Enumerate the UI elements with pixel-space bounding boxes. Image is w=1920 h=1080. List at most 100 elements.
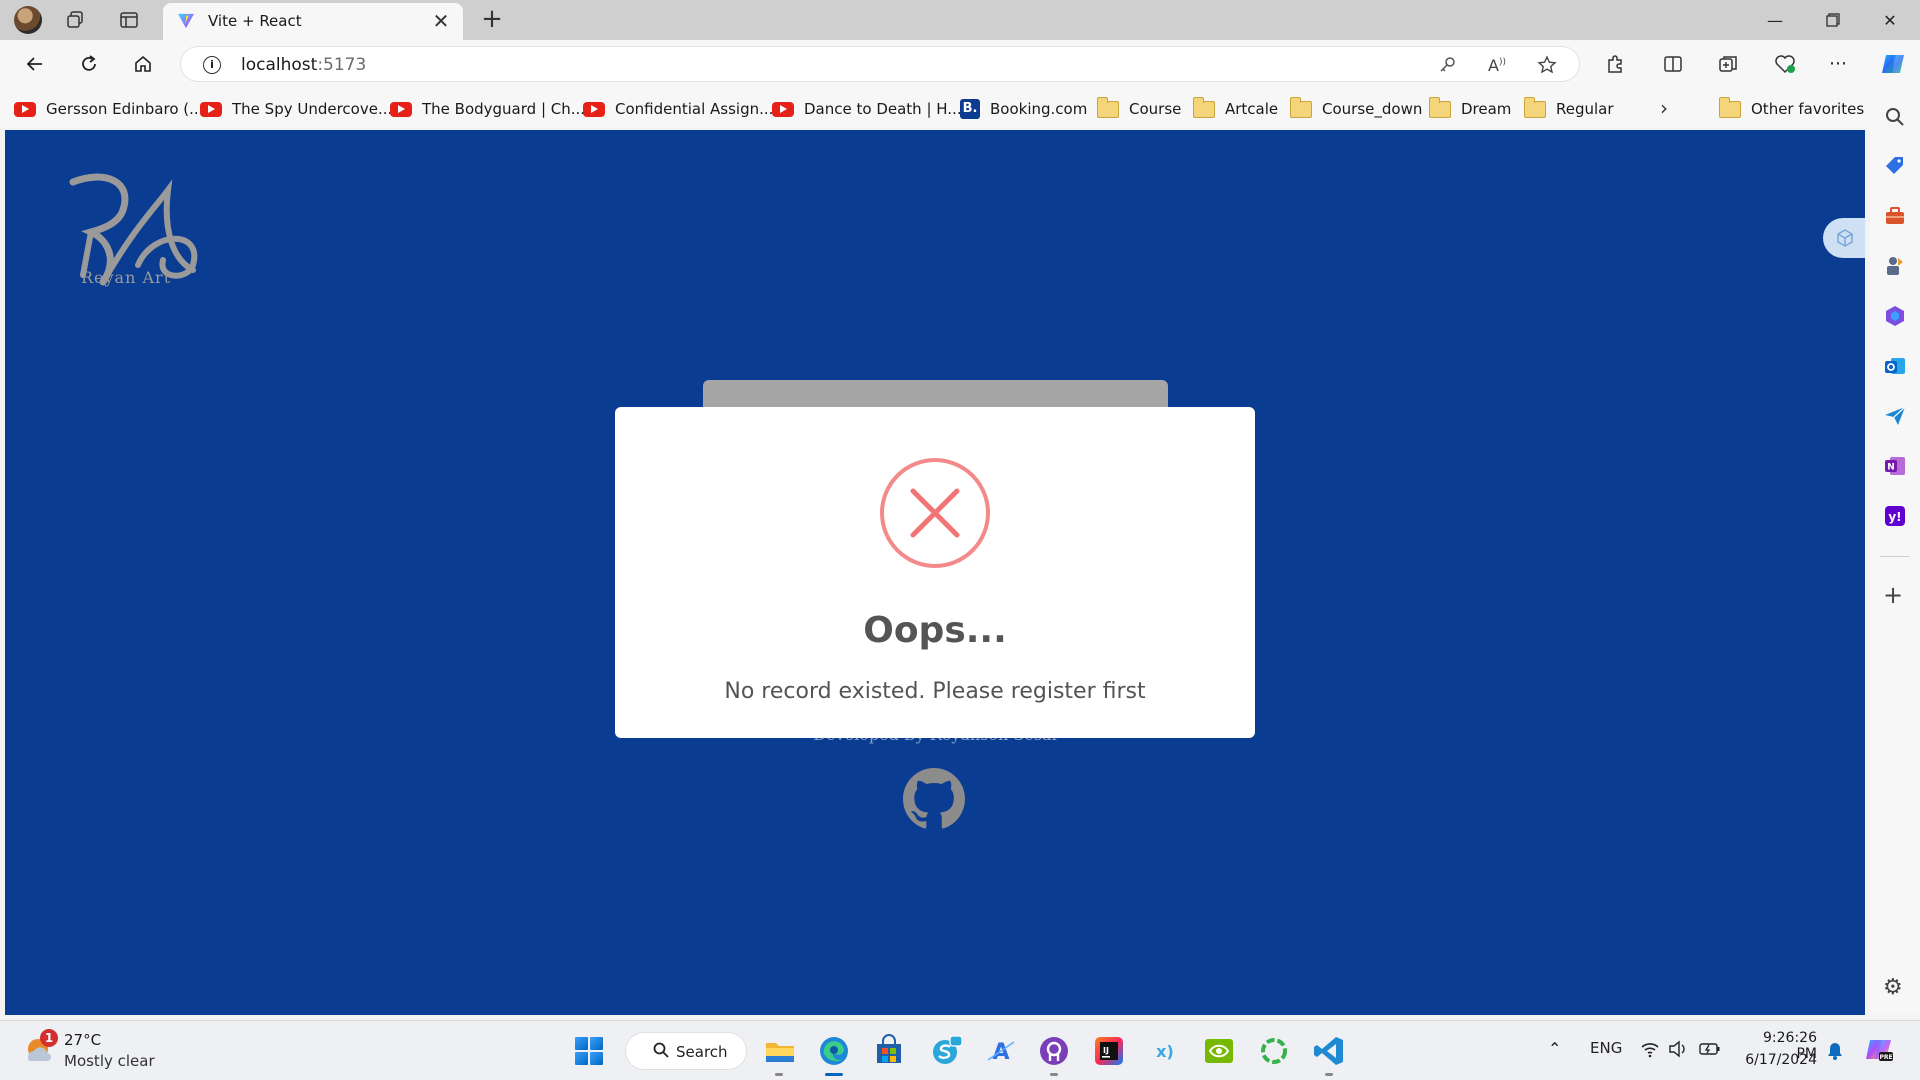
site-info-icon[interactable]: i: [203, 56, 221, 74]
favorite-folder[interactable]: Artcale: [1192, 96, 1278, 120]
favorite-item[interactable]: Gersson Edinbaro (...: [14, 98, 203, 120]
chevron-right-icon[interactable]: ›: [1660, 96, 1668, 120]
wifi-icon[interactable]: [1640, 1040, 1660, 1058]
password-key-icon[interactable]: [1436, 54, 1458, 76]
youtube-icon: [772, 101, 794, 117]
favorite-item[interactable]: B. Booking.com: [960, 98, 1087, 120]
weather-temperature[interactable]: 27°C: [64, 1031, 101, 1049]
browser-toolbar: i localhost:5173 A)) ···: [0, 40, 1920, 88]
favorite-folder[interactable]: Course_down: [1289, 96, 1422, 120]
folder-icon: [1192, 96, 1215, 118]
favorite-folder[interactable]: Regular: [1523, 96, 1614, 120]
workspaces-icon[interactable]: [62, 8, 88, 32]
refresh-button[interactable]: [74, 50, 104, 78]
folder-icon: [1718, 96, 1741, 118]
back-button[interactable]: [20, 50, 50, 78]
github-icon[interactable]: [903, 768, 965, 830]
gear-icon[interactable]: ⚙: [1883, 975, 1903, 1000]
svg-text:y!: y!: [1888, 510, 1901, 524]
sync-circle-icon[interactable]: [1257, 1034, 1291, 1068]
outlook-icon[interactable]: [1883, 354, 1907, 378]
vite-favicon-icon: [178, 13, 194, 29]
skype-chat-icon[interactable]: [930, 1034, 964, 1068]
code-tool-icon[interactable]: x): [1148, 1034, 1182, 1068]
favorites-bar: Gersson Edinbaro (... The Spy Undercove.…: [0, 88, 1870, 128]
address-bar[interactable]: i localhost:5173 A)): [180, 46, 1580, 82]
youtube-icon: [390, 101, 412, 117]
edge-browser-icon[interactable]: [817, 1034, 851, 1068]
weather-description[interactable]: Mostly clear: [64, 1052, 155, 1070]
copilot-icon[interactable]: [1878, 50, 1908, 78]
restore-button[interactable]: [1805, 0, 1861, 40]
vertical-tabs-icon[interactable]: [116, 8, 142, 32]
language-indicator[interactable]: ENG: [1590, 1039, 1622, 1057]
dialog-title: Oops...: [863, 610, 1007, 651]
games-icon[interactable]: [1883, 254, 1907, 278]
taskbar-search[interactable]: Search: [625, 1032, 747, 1070]
copilot-preview-icon[interactable]: PRE: [1864, 1034, 1894, 1064]
svg-text:A: A: [992, 1040, 1009, 1065]
clock-date[interactable]: 6/17/2024: [1742, 1052, 1817, 1068]
extensions-icon[interactable]: [1600, 50, 1630, 78]
add-sidebar-app-icon[interactable]: +: [1883, 581, 1903, 609]
yahoo-icon[interactable]: y!: [1883, 504, 1907, 528]
nvidia-icon[interactable]: [1202, 1034, 1236, 1068]
windows-start-icon[interactable]: [575, 1037, 603, 1065]
favorite-item[interactable]: The Spy Undercove...: [200, 98, 392, 120]
file-explorer-icon[interactable]: [763, 1034, 797, 1068]
onenote-icon[interactable]: N: [1883, 454, 1907, 478]
shopping-tag-icon[interactable]: [1883, 154, 1907, 178]
folder-icon: [1289, 96, 1312, 118]
app-running-indicator: [1050, 1073, 1058, 1076]
read-aloud-icon[interactable]: A)): [1486, 54, 1508, 76]
app-running-indicator: [775, 1073, 783, 1076]
vscode-icon[interactable]: [1312, 1034, 1346, 1068]
cube-icon: [1837, 229, 1853, 247]
error-x-icon: [880, 458, 990, 568]
home-button[interactable]: [128, 50, 158, 78]
youtube-icon: [200, 101, 222, 117]
floating-extension-button[interactable]: [1823, 218, 1865, 258]
split-screen-icon[interactable]: [1658, 50, 1688, 78]
more-options-icon[interactable]: ···: [1823, 50, 1853, 78]
notification-bell-icon[interactable]: [1826, 1041, 1844, 1061]
copilot-365-icon[interactable]: [1883, 304, 1907, 328]
tab-close-icon[interactable]: ✕: [429, 9, 453, 33]
browser-title-bar: Vite + React ✕ + — ✕: [0, 0, 1920, 40]
collections-icon[interactable]: [1713, 50, 1743, 78]
tools-icon[interactable]: [1883, 204, 1907, 228]
battery-charging-icon[interactable]: [1699, 1040, 1721, 1058]
volume-icon[interactable]: [1668, 1040, 1688, 1058]
youtube-icon: [583, 101, 605, 117]
svg-text:N: N: [1887, 463, 1895, 473]
tab-title: Vite + React: [208, 12, 302, 30]
app-active-indicator: [825, 1073, 843, 1076]
search-icon[interactable]: [1883, 105, 1907, 129]
booking-icon: B.: [960, 99, 980, 119]
favorite-folder[interactable]: Dream: [1428, 96, 1511, 120]
windows-taskbar: 1 27°C Mostly clear Search A IJ x) ⌃ ENG…: [0, 1020, 1920, 1080]
minimize-button[interactable]: —: [1747, 0, 1803, 40]
edge-sidebar: N y! + ⚙: [1870, 88, 1920, 1015]
intellij-icon[interactable]: IJ: [1092, 1034, 1126, 1068]
dialog-message: No record existed. Please register first: [724, 679, 1146, 704]
new-tab-button[interactable]: +: [478, 6, 506, 34]
github-desktop-icon[interactable]: [1037, 1034, 1071, 1068]
favorite-star-icon[interactable]: [1536, 54, 1558, 76]
send-icon[interactable]: [1883, 404, 1907, 428]
close-window-button[interactable]: ✕: [1862, 0, 1918, 40]
favorite-item[interactable]: Confidential Assign...: [583, 98, 773, 120]
microsoft-store-icon[interactable]: [872, 1034, 906, 1068]
svg-text:x): x): [1156, 1042, 1174, 1061]
browser-tab[interactable]: Vite + React ✕: [163, 3, 463, 40]
favorite-item[interactable]: Dance to Death | H...: [772, 98, 962, 120]
folder-icon: [1523, 96, 1546, 118]
folder-icon: [1428, 96, 1451, 118]
other-favorites-folder[interactable]: Other favorites: [1718, 96, 1864, 120]
profile-avatar[interactable]: [14, 6, 42, 34]
translator-icon[interactable]: A: [984, 1034, 1018, 1068]
favorite-folder[interactable]: Course: [1096, 96, 1181, 120]
browser-essentials-icon[interactable]: [1770, 50, 1800, 78]
favorite-item[interactable]: The Bodyguard | Ch...: [390, 98, 585, 120]
show-hidden-icons-chevron-icon[interactable]: ⌃: [1548, 1039, 1561, 1058]
